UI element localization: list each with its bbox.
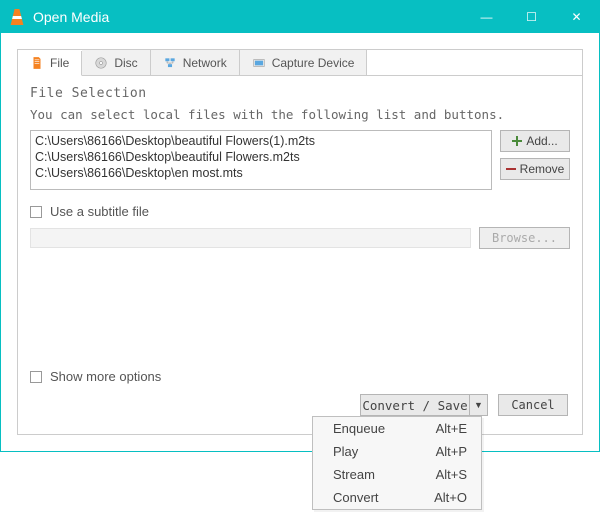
subtitle-label: Use a subtitle file	[50, 204, 149, 219]
disc-icon	[94, 56, 108, 70]
menu-item-play[interactable]: Play Alt+P	[313, 440, 481, 463]
minus-icon	[506, 164, 516, 174]
list-item[interactable]: C:\Users\86166\Desktop\en most.mts	[35, 165, 487, 181]
tab-network[interactable]: Network	[151, 50, 240, 75]
menu-item-shortcut: Alt+P	[436, 444, 467, 459]
menu-item-label: Play	[333, 444, 358, 459]
tab-disc[interactable]: Disc	[82, 50, 150, 75]
convert-save-dropdown-arrow[interactable]: ▼	[470, 394, 488, 416]
network-icon	[163, 56, 177, 70]
menu-item-shortcut: Alt+S	[436, 467, 467, 482]
menu-item-label: Enqueue	[333, 421, 385, 436]
add-button[interactable]: Add...	[500, 130, 570, 152]
file-selection-title: File Selection	[30, 86, 570, 101]
tab-capture-device[interactable]: Capture Device	[240, 50, 368, 75]
content-area: File Disc Network Capture Device File Se…	[1, 33, 599, 451]
app-icon	[9, 9, 25, 25]
menu-item-enqueue[interactable]: Enqueue Alt+E	[313, 417, 481, 440]
close-button[interactable]: ✕	[554, 1, 599, 33]
menu-item-label: Convert	[333, 490, 379, 505]
menu-item-shortcut: Alt+E	[436, 421, 467, 436]
subtitle-checkbox[interactable]	[30, 206, 42, 218]
convert-save-button[interactable]: Convert / Save	[360, 394, 470, 416]
title-bar: Open Media — ☐ ✕	[1, 1, 599, 33]
cancel-button[interactable]: Cancel	[498, 394, 568, 416]
file-list[interactable]: C:\Users\86166\Desktop\beautiful Flowers…	[30, 130, 492, 190]
action-row: Convert / Save ▼ Cancel Enqueue Alt+E Pl…	[30, 394, 570, 416]
window-title: Open Media	[33, 9, 464, 25]
tab-network-label: Network	[183, 56, 227, 70]
convert-save-split-button: Convert / Save ▼	[360, 394, 488, 416]
menu-item-convert[interactable]: Convert Alt+O	[313, 486, 481, 509]
remove-button-label: Remove	[520, 162, 565, 176]
plus-icon	[512, 136, 522, 146]
source-tabs: File Disc Network Capture Device	[17, 49, 583, 75]
show-more-options-checkbox[interactable]	[30, 371, 42, 383]
subtitle-path-input	[30, 228, 471, 248]
menu-item-label: Stream	[333, 467, 375, 482]
remove-button[interactable]: Remove	[500, 158, 570, 180]
menu-item-stream[interactable]: Stream Alt+S	[313, 463, 481, 486]
file-icon	[30, 56, 44, 70]
minimize-button[interactable]: —	[464, 1, 509, 33]
tab-disc-label: Disc	[114, 56, 137, 70]
show-more-options-label: Show more options	[50, 369, 161, 384]
maximize-button[interactable]: ☐	[509, 1, 554, 33]
menu-item-shortcut: Alt+O	[434, 490, 467, 505]
convert-save-menu: Enqueue Alt+E Play Alt+P Stream Alt+S Co…	[312, 416, 482, 510]
tab-capture-label: Capture Device	[272, 56, 355, 70]
tab-file-label: File	[50, 56, 69, 70]
file-pane: File Selection You can select local file…	[17, 75, 583, 435]
tab-file[interactable]: File	[18, 51, 82, 76]
file-selection-hint: You can select local files with the foll…	[30, 107, 570, 122]
add-button-label: Add...	[526, 134, 557, 148]
show-more-options-row: Show more options	[30, 369, 161, 384]
open-media-window: Open Media — ☐ ✕ File Disc Network Captu…	[0, 0, 600, 452]
browse-button: Browse...	[479, 227, 570, 249]
list-item[interactable]: C:\Users\86166\Desktop\beautiful Flowers…	[35, 149, 487, 165]
subtitle-row: Use a subtitle file	[30, 204, 570, 219]
capture-icon	[252, 56, 266, 70]
list-item[interactable]: C:\Users\86166\Desktop\beautiful Flowers…	[35, 133, 487, 149]
